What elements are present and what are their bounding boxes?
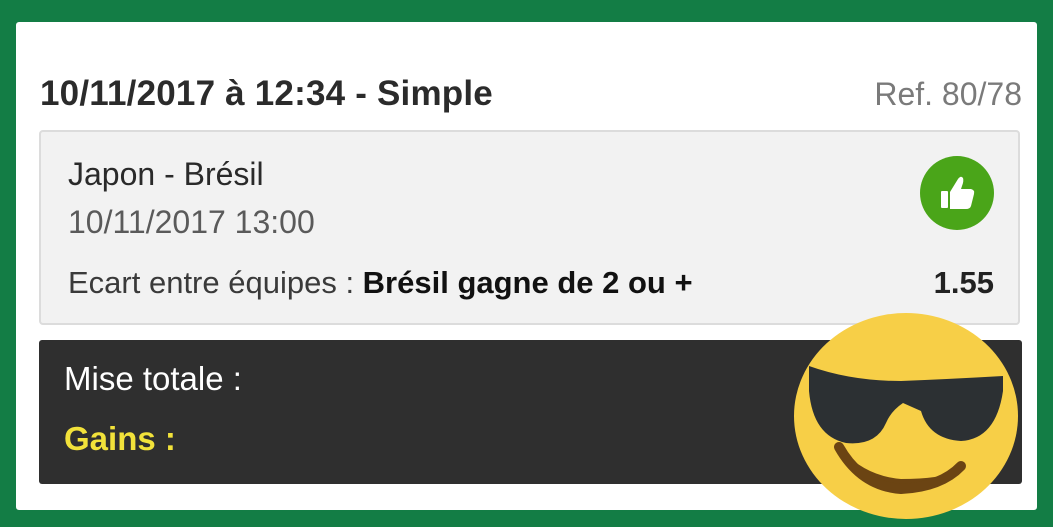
market-line: Ecart entre équipes : Brésil gagne de 2 … bbox=[68, 265, 693, 301]
match-name: Japon - Brésil bbox=[68, 156, 264, 192]
selection-label: Brésil gagne de 2 ou + bbox=[362, 265, 693, 300]
total-stake-label: Mise totale : bbox=[64, 360, 242, 397]
bet-selection-box[interactable]: Japon - Brésil 10/11/2017 13:00 Ecart en… bbox=[39, 130, 1020, 325]
sunglasses-emoji-icon bbox=[791, 311, 1021, 521]
bet-datetime-title: 10/11/2017 à 12:34 - Simple bbox=[40, 74, 493, 113]
odds-value: 1.55 bbox=[933, 265, 994, 300]
gains-label: Gains : bbox=[64, 420, 176, 457]
bet-reference: Ref. 80/78 bbox=[874, 76, 1022, 112]
thumbs-up-icon bbox=[920, 156, 994, 230]
market-label: Ecart entre équipes : bbox=[68, 265, 363, 300]
match-datetime: 10/11/2017 13:00 bbox=[68, 204, 315, 240]
